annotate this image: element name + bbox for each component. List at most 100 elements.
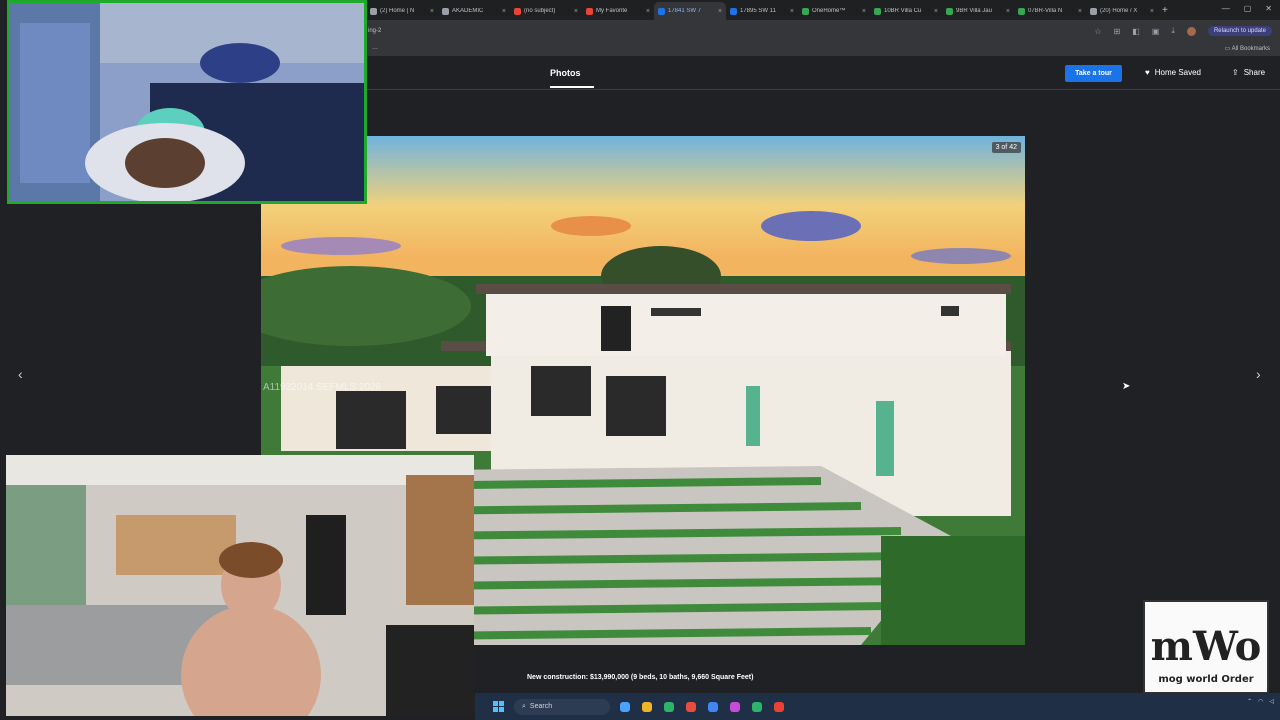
all-bookmarks-label: All Bookmarks	[1231, 46, 1270, 52]
taskbar-search[interactable]: ⌕ Search	[514, 698, 610, 715]
taskbar-app-icon[interactable]	[752, 701, 762, 712]
tab-photos[interactable]: Photos	[550, 68, 581, 78]
browser-tab[interactable]: (2) Home | N ×	[366, 2, 438, 20]
taskbar-app-icon[interactable]	[664, 701, 674, 712]
tab-favicon-icon	[802, 7, 809, 15]
tab-label: 17895 SW 11	[740, 8, 776, 14]
relaunch-button[interactable]: Relaunch to update	[1207, 26, 1272, 36]
take-tour-button[interactable]: Take a tour	[1065, 65, 1122, 82]
minimize-icon[interactable]: —	[1222, 4, 1230, 13]
taskbar-app-icon[interactable]	[620, 701, 630, 712]
share-button[interactable]: ⇪ Share	[1232, 68, 1265, 77]
webcam-overlay	[7, 0, 367, 204]
new-tab-icon[interactable]: +	[1162, 5, 1168, 16]
browser-tab-bar: (2) Home | N × AKADEMIC × (no subject) × My Fa…	[366, 0, 1280, 20]
close-icon[interactable]: ×	[430, 8, 434, 15]
stream-scene	[6, 455, 474, 716]
close-icon[interactable]: ×	[1078, 8, 1082, 15]
extension-icon[interactable]: ⊞	[1114, 27, 1121, 36]
window-controls: — ▢ ✕	[1222, 4, 1272, 13]
close-icon[interactable]: ×	[1006, 8, 1010, 15]
network-icon[interactable]: ◠	[1258, 698, 1263, 705]
bookmark-item[interactable]: …	[372, 45, 378, 51]
browser-tab[interactable]: 17895 SW 11 ×	[726, 2, 798, 20]
puzzle-icon[interactable]: ◧	[1132, 27, 1140, 36]
browser-tab[interactable]: 17841 SW 7 ×	[654, 2, 726, 20]
tab-favicon-icon	[442, 7, 449, 15]
next-photo-arrow-icon[interactable]: ›	[1256, 366, 1261, 382]
profile-avatar[interactable]	[1186, 26, 1196, 36]
home-saved-button[interactable]: ♥ Home Saved	[1145, 68, 1201, 77]
browser-tab[interactable]: AKADEMIC ×	[438, 2, 510, 20]
close-icon[interactable]: ×	[502, 8, 506, 15]
windows-start-icon[interactable]	[493, 701, 504, 712]
share-label: Share	[1243, 68, 1266, 77]
tab-favicon-icon	[730, 7, 737, 15]
browser-tab[interactable]: 9BR Villa Jau ×	[942, 2, 1014, 20]
url-field[interactable]: ing-2	[368, 28, 1094, 34]
site-header: Photos Take a tour ♥ Home Saved ⇪ Share	[366, 56, 1280, 90]
search-icon: ⌕	[522, 702, 526, 710]
tab-label: 07BR-Villa N	[1028, 8, 1063, 14]
webcam-scene	[10, 3, 364, 201]
star-icon[interactable]: ☆	[1094, 27, 1101, 36]
logo-sub-text: mog world Order	[1158, 674, 1253, 685]
close-icon[interactable]: ×	[718, 8, 722, 15]
logo-main-text: mWo	[1151, 623, 1262, 670]
mouse-cursor-icon: ➤	[1122, 381, 1131, 392]
channel-logo: mWo mog world Order	[1143, 600, 1269, 694]
mls-watermark: A11932014 SEFMLS 2026	[263, 382, 382, 393]
tab-favicon-icon	[658, 7, 665, 15]
close-icon[interactable]: ×	[934, 8, 938, 15]
close-icon[interactable]: ×	[1150, 8, 1154, 15]
maximize-icon[interactable]: ▢	[1244, 4, 1252, 13]
close-window-icon[interactable]: ✕	[1265, 4, 1272, 13]
tab-favicon-icon	[1090, 7, 1097, 15]
tab-label: 10BR Villa Cu	[884, 8, 922, 14]
taskbar-app-icon[interactable]	[774, 701, 784, 712]
tab-favicon-icon	[946, 7, 953, 15]
tab-label: (20) Home / X	[1100, 8, 1138, 14]
photo-counter: 3 of 42	[991, 142, 1021, 153]
tab-favicon-icon	[586, 7, 593, 15]
active-tab-indicator	[550, 86, 594, 88]
tab-label: AKADEMIC	[452, 8, 484, 14]
tab-favicon-icon	[514, 7, 521, 15]
system-tray: ⌃ ◠ ◁	[1247, 698, 1274, 705]
taskbar-app-icon[interactable]	[730, 701, 740, 712]
tab-label: OneHome™	[812, 8, 846, 14]
browser-tab[interactable]: (20) Home / X ×	[1086, 2, 1158, 20]
mwo-logo-graphic: mWo mog world Order	[1151, 623, 1262, 685]
tab-label: 17841 SW 7	[668, 8, 702, 14]
taskbar-app-icon[interactable]	[642, 701, 652, 712]
browser-tab[interactable]: 10BR Villa Cu ×	[870, 2, 942, 20]
browser-tab[interactable]: OneHome™ ×	[798, 2, 870, 20]
tab-label: 9BR Villa Jau	[956, 8, 992, 14]
browser-tab[interactable]: (no subject) ×	[510, 2, 582, 20]
tab-favicon-icon	[370, 7, 377, 15]
windows-taskbar: ⌕ Search ⌃ ◠ ◁	[475, 693, 1280, 720]
share-icon: ⇪	[1232, 68, 1239, 77]
home-saved-label: Home Saved	[1154, 68, 1201, 77]
browser-tab[interactable]: My Favorite ×	[582, 2, 654, 20]
taskbar-app-icon[interactable]	[708, 701, 718, 712]
chevron-up-icon[interactable]: ⌃	[1247, 698, 1252, 705]
close-icon[interactable]: ×	[862, 8, 866, 15]
all-bookmarks-link[interactable]: ▭ All Bookmarks	[1225, 45, 1270, 52]
previous-photo-arrow-icon[interactable]: ‹	[18, 366, 23, 382]
download-icon[interactable]: ⤓	[1171, 26, 1175, 36]
bookmarks-bar: … ▭ All Bookmarks	[366, 42, 1280, 56]
sidebar-icon[interactable]: ▣	[1152, 27, 1160, 36]
taskbar-apps	[620, 701, 784, 712]
search-label: Search	[529, 703, 553, 710]
close-icon[interactable]: ×	[790, 8, 794, 15]
address-bar: ing-2 ☆ ⊞ ◧ ▣ ⤓ Relaunch to update	[366, 20, 1280, 42]
heart-icon: ♥	[1145, 68, 1150, 77]
tab-label: (2) Home | N	[380, 8, 415, 14]
browser-tab[interactable]: 07BR-Villa N ×	[1014, 2, 1086, 20]
photo-caption: New construction: $13,990,000 (9 beds, 1…	[527, 674, 754, 681]
close-icon[interactable]: ×	[646, 8, 650, 15]
taskbar-app-icon[interactable]	[686, 701, 696, 712]
speaker-icon[interactable]: ◁	[1269, 698, 1274, 705]
close-icon[interactable]: ×	[574, 8, 578, 15]
